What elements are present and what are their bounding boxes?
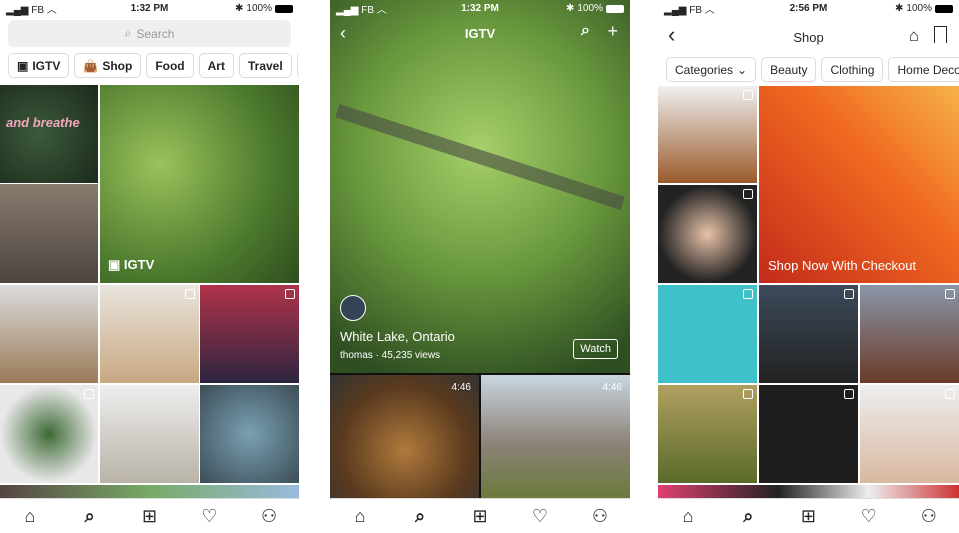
video-duration: 4:46 — [602, 382, 622, 393]
igtv-icon: ▣ — [108, 257, 124, 272]
igtv-video[interactable]: 4:46 — [330, 375, 479, 500]
video-meta: thomas · 45,235 views — [340, 350, 441, 361]
shop-promo-post[interactable]: Shop Now With Checkout — [759, 86, 959, 283]
igtv-icon: ▣ — [17, 58, 29, 73]
clock: 1:32 PM — [461, 3, 499, 14]
tab-bar: ⌂ ⌕ ⊞ ♡ ⚇ — [330, 498, 630, 533]
profile-icon[interactable]: ⚇ — [585, 506, 615, 527]
shopping-bag-icon — [743, 90, 753, 100]
search-icon[interactable]: ⌕ — [405, 506, 435, 527]
chip-clothing[interactable]: Clothing — [821, 57, 884, 82]
status-bar: ▂▄▆ FB ︿ 1:32 PM ✱ 100% — [330, 0, 630, 17]
tab-bar: ⌂ ⌕ ⊞ ♡ ⚇ — [0, 498, 299, 533]
carousel-icon — [84, 389, 94, 399]
road — [335, 103, 625, 211]
video-icon — [285, 289, 295, 299]
explore-post[interactable] — [0, 385, 98, 483]
video-title: White Lake, Ontario — [340, 329, 455, 344]
home-icon[interactable]: ⌂ — [15, 506, 45, 527]
shop-post[interactable] — [658, 185, 757, 283]
add-icon[interactable]: ⊞ — [465, 506, 495, 527]
add-icon[interactable]: + — [607, 21, 618, 42]
chip-igtv[interactable]: ▣ IGTV — [8, 53, 70, 78]
search-icon[interactable]: ⌕ — [75, 506, 105, 527]
video-duration: 4:46 — [451, 382, 471, 393]
chevron-down-icon: ⌄ — [737, 62, 748, 77]
shop-post[interactable] — [759, 285, 858, 383]
status-bar: ▂▄▆ FB ︿ 2:56 PM ✱ 100% — [658, 0, 959, 17]
chip-shop[interactable]: 👜 Shop — [74, 53, 142, 78]
search-icon: ⌕ — [124, 26, 132, 40]
igtv-label: ▣ IGTV — [108, 257, 155, 272]
bookmark-icon[interactable] — [934, 26, 947, 43]
shopping-bag-icon: 👜 — [83, 58, 99, 73]
heart-icon[interactable]: ♡ — [854, 506, 884, 527]
igtv-hero-video[interactable] — [330, 0, 630, 373]
chip-home-decor[interactable]: Home Decor — [888, 57, 959, 82]
search-icon[interactable]: ⌕ — [581, 22, 590, 40]
watch-button[interactable]: Watch — [573, 339, 618, 359]
shop-post[interactable] — [860, 285, 959, 383]
shop-post[interactable] — [658, 86, 757, 183]
tab-bar: ⌂ ⌕ ⊞ ♡ ⚇ — [658, 498, 959, 533]
explore-post[interactable] — [200, 285, 299, 383]
add-icon[interactable]: ⊞ — [134, 506, 164, 527]
chip-beauty[interactable]: Beauty — [761, 57, 817, 82]
home-icon[interactable]: ⌂ — [673, 506, 703, 527]
shop-post[interactable] — [860, 385, 959, 483]
shopping-bag-icon — [743, 189, 753, 199]
explore-post[interactable] — [0, 285, 98, 383]
chip-travel[interactable]: Travel — [238, 53, 292, 78]
storefront-icon[interactable]: ⌂ — [909, 26, 919, 46]
home-icon[interactable]: ⌂ — [345, 506, 375, 527]
categories-dropdown[interactable]: Categories ⌄ — [666, 57, 757, 82]
category-chips: Categories ⌄ Beauty Clothing Home Decor — [666, 57, 959, 82]
carousel-icon — [185, 289, 195, 299]
igtv-screen: ▂▄▆ FB ︿ 1:32 PM ✱ 100% ‹ IGTV ⌕ + White … — [330, 0, 630, 533]
shop-post[interactable] — [658, 285, 757, 383]
promo-label: Shop Now With Checkout — [768, 258, 917, 273]
avatar[interactable] — [340, 295, 366, 321]
chip-food[interactable]: Food — [146, 53, 194, 78]
explore-post[interactable] — [100, 385, 199, 483]
shopping-bag-icon — [844, 389, 854, 399]
profile-icon[interactable]: ⚇ — [914, 506, 944, 527]
profile-icon[interactable]: ⚇ — [254, 506, 284, 527]
status-bar: ▂▄▆ FB ︿ 1:32 PM ✱ 100% — [0, 0, 299, 17]
search-input[interactable]: ⌕ Search — [8, 20, 291, 47]
igtv-post[interactable]: ▣ IGTV — [100, 85, 299, 283]
chip-art[interactable]: Art — [198, 53, 234, 78]
shopping-bag-icon — [945, 289, 955, 299]
shop-post[interactable] — [759, 385, 858, 483]
shop-post[interactable] — [658, 385, 757, 483]
explore-post[interactable] — [0, 184, 98, 283]
shopping-bag-icon — [844, 289, 854, 299]
heart-icon[interactable]: ♡ — [525, 506, 555, 527]
clock: 2:56 PM — [789, 3, 828, 14]
search-icon[interactable]: ⌕ — [733, 506, 763, 527]
clock: 1:32 PM — [130, 3, 169, 14]
shopping-bag-icon — [945, 389, 955, 399]
shopping-bag-icon — [743, 389, 753, 399]
explore-post[interactable]: and breathe — [0, 85, 98, 183]
igtv-video[interactable]: 4:46 — [481, 375, 630, 500]
explore-post[interactable] — [200, 385, 299, 483]
shopping-bag-icon — [743, 289, 753, 299]
heart-icon[interactable]: ♡ — [194, 506, 224, 527]
explore-post[interactable] — [100, 285, 199, 383]
explore-screen: ▂▄▆ FB ︿ 1:32 PM ✱ 100% ⌕ Search ▣ IGTV 👜 Sh… — [0, 0, 299, 533]
topic-chips: ▣IGTV 👜Shop Food Art Travel Ar — [8, 53, 299, 78]
add-icon[interactable]: ⊞ — [793, 506, 823, 527]
search-placeholder: Search — [136, 26, 175, 41]
shop-screen: ▂▄▆ FB ︿ 2:56 PM ✱ 100% ‹ Shop ⌂ Categori… — [658, 0, 959, 533]
chip-architecture[interactable]: Ar — [296, 53, 299, 78]
